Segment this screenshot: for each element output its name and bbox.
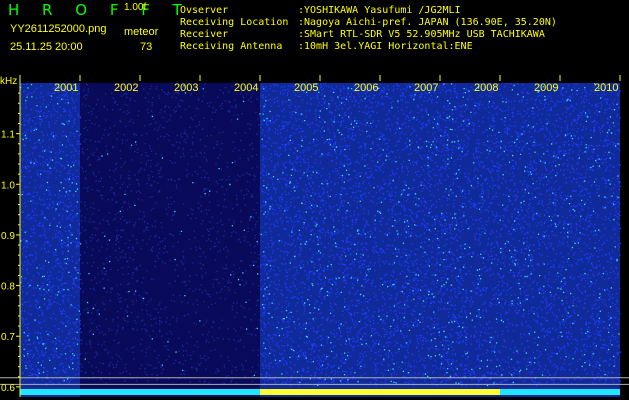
x-tick-label-6: 2007 [414, 82, 438, 94]
x-tick-label-2: 2003 [174, 82, 198, 94]
app-brand: H R O F F T [8, 1, 191, 19]
bottom-strip-4 [500, 389, 620, 395]
segment-0 [20, 83, 80, 397]
info-value-receiver: :SMart RTL-SDR V5 52.905MHz USB TACHIKAW… [298, 29, 545, 40]
info-label-receiver: Receiver [180, 29, 229, 40]
bottom-strip-0 [20, 389, 80, 395]
spectrogram-chart: kHz 1.1 1.0 0.9 0.8 0.7 0.6 2001 2002 2003 2004 200… [0, 75, 629, 397]
info-label-antenna: Receiving Antenna [180, 41, 283, 52]
x-tick-label-1: 2002 [114, 82, 138, 94]
bottom-strip-1 [80, 389, 260, 395]
file-name: YY2611252000.png [10, 23, 107, 35]
capture-datetime: 25.11.25 20:00 [10, 41, 83, 53]
bottom-strip-2 [260, 389, 440, 395]
y-axis-label: kHz [0, 76, 17, 87]
x-tick-label-4: 2005 [294, 82, 318, 94]
y-tick-label-5: 0.6 [1, 383, 15, 394]
info-value-antenna: :10mH 3el.YAGI Horizontal:ENE [298, 41, 473, 52]
x-tick-label-0: 2001 [54, 82, 78, 94]
info-label-observer: Ovserver [180, 5, 229, 16]
x-tick-label-5: 2006 [354, 82, 378, 94]
x-tick-label-9: 2010 [594, 82, 618, 94]
y-tick-label-2: 0.9 [1, 231, 15, 242]
meteor-label: meteor [124, 26, 159, 38]
x-tick-label-3: 2004 [234, 82, 258, 94]
x-tick-label-7: 2008 [474, 82, 498, 94]
y-tick-label-4: 0.7 [1, 332, 15, 343]
segment-4 [458, 83, 620, 397]
spectrogram-noise [20, 83, 622, 397]
y-tick-label-1: 1.0 [1, 180, 15, 191]
app-version: 1.00f [124, 2, 147, 13]
meteor-count: 73 [140, 41, 153, 53]
segment-1 [80, 83, 260, 397]
bottom-strip-3 [440, 389, 500, 395]
info-value-observer: :YOSHIKAWA Yasufumi /JG2MLI [298, 5, 461, 16]
info-value-location: :Nagoya Aichi-pref. JAPAN (136.90E, 35.2… [298, 17, 557, 28]
y-tick-label-0: 1.1 [1, 130, 15, 141]
header-panel: H R O F F T 1.00f YY2611252000.png meteo… [0, 0, 629, 75]
y-tick-label-3: 0.8 [1, 282, 15, 293]
x-tick-label-8: 2009 [534, 82, 558, 94]
info-label-location: Receiving Location [180, 17, 289, 28]
